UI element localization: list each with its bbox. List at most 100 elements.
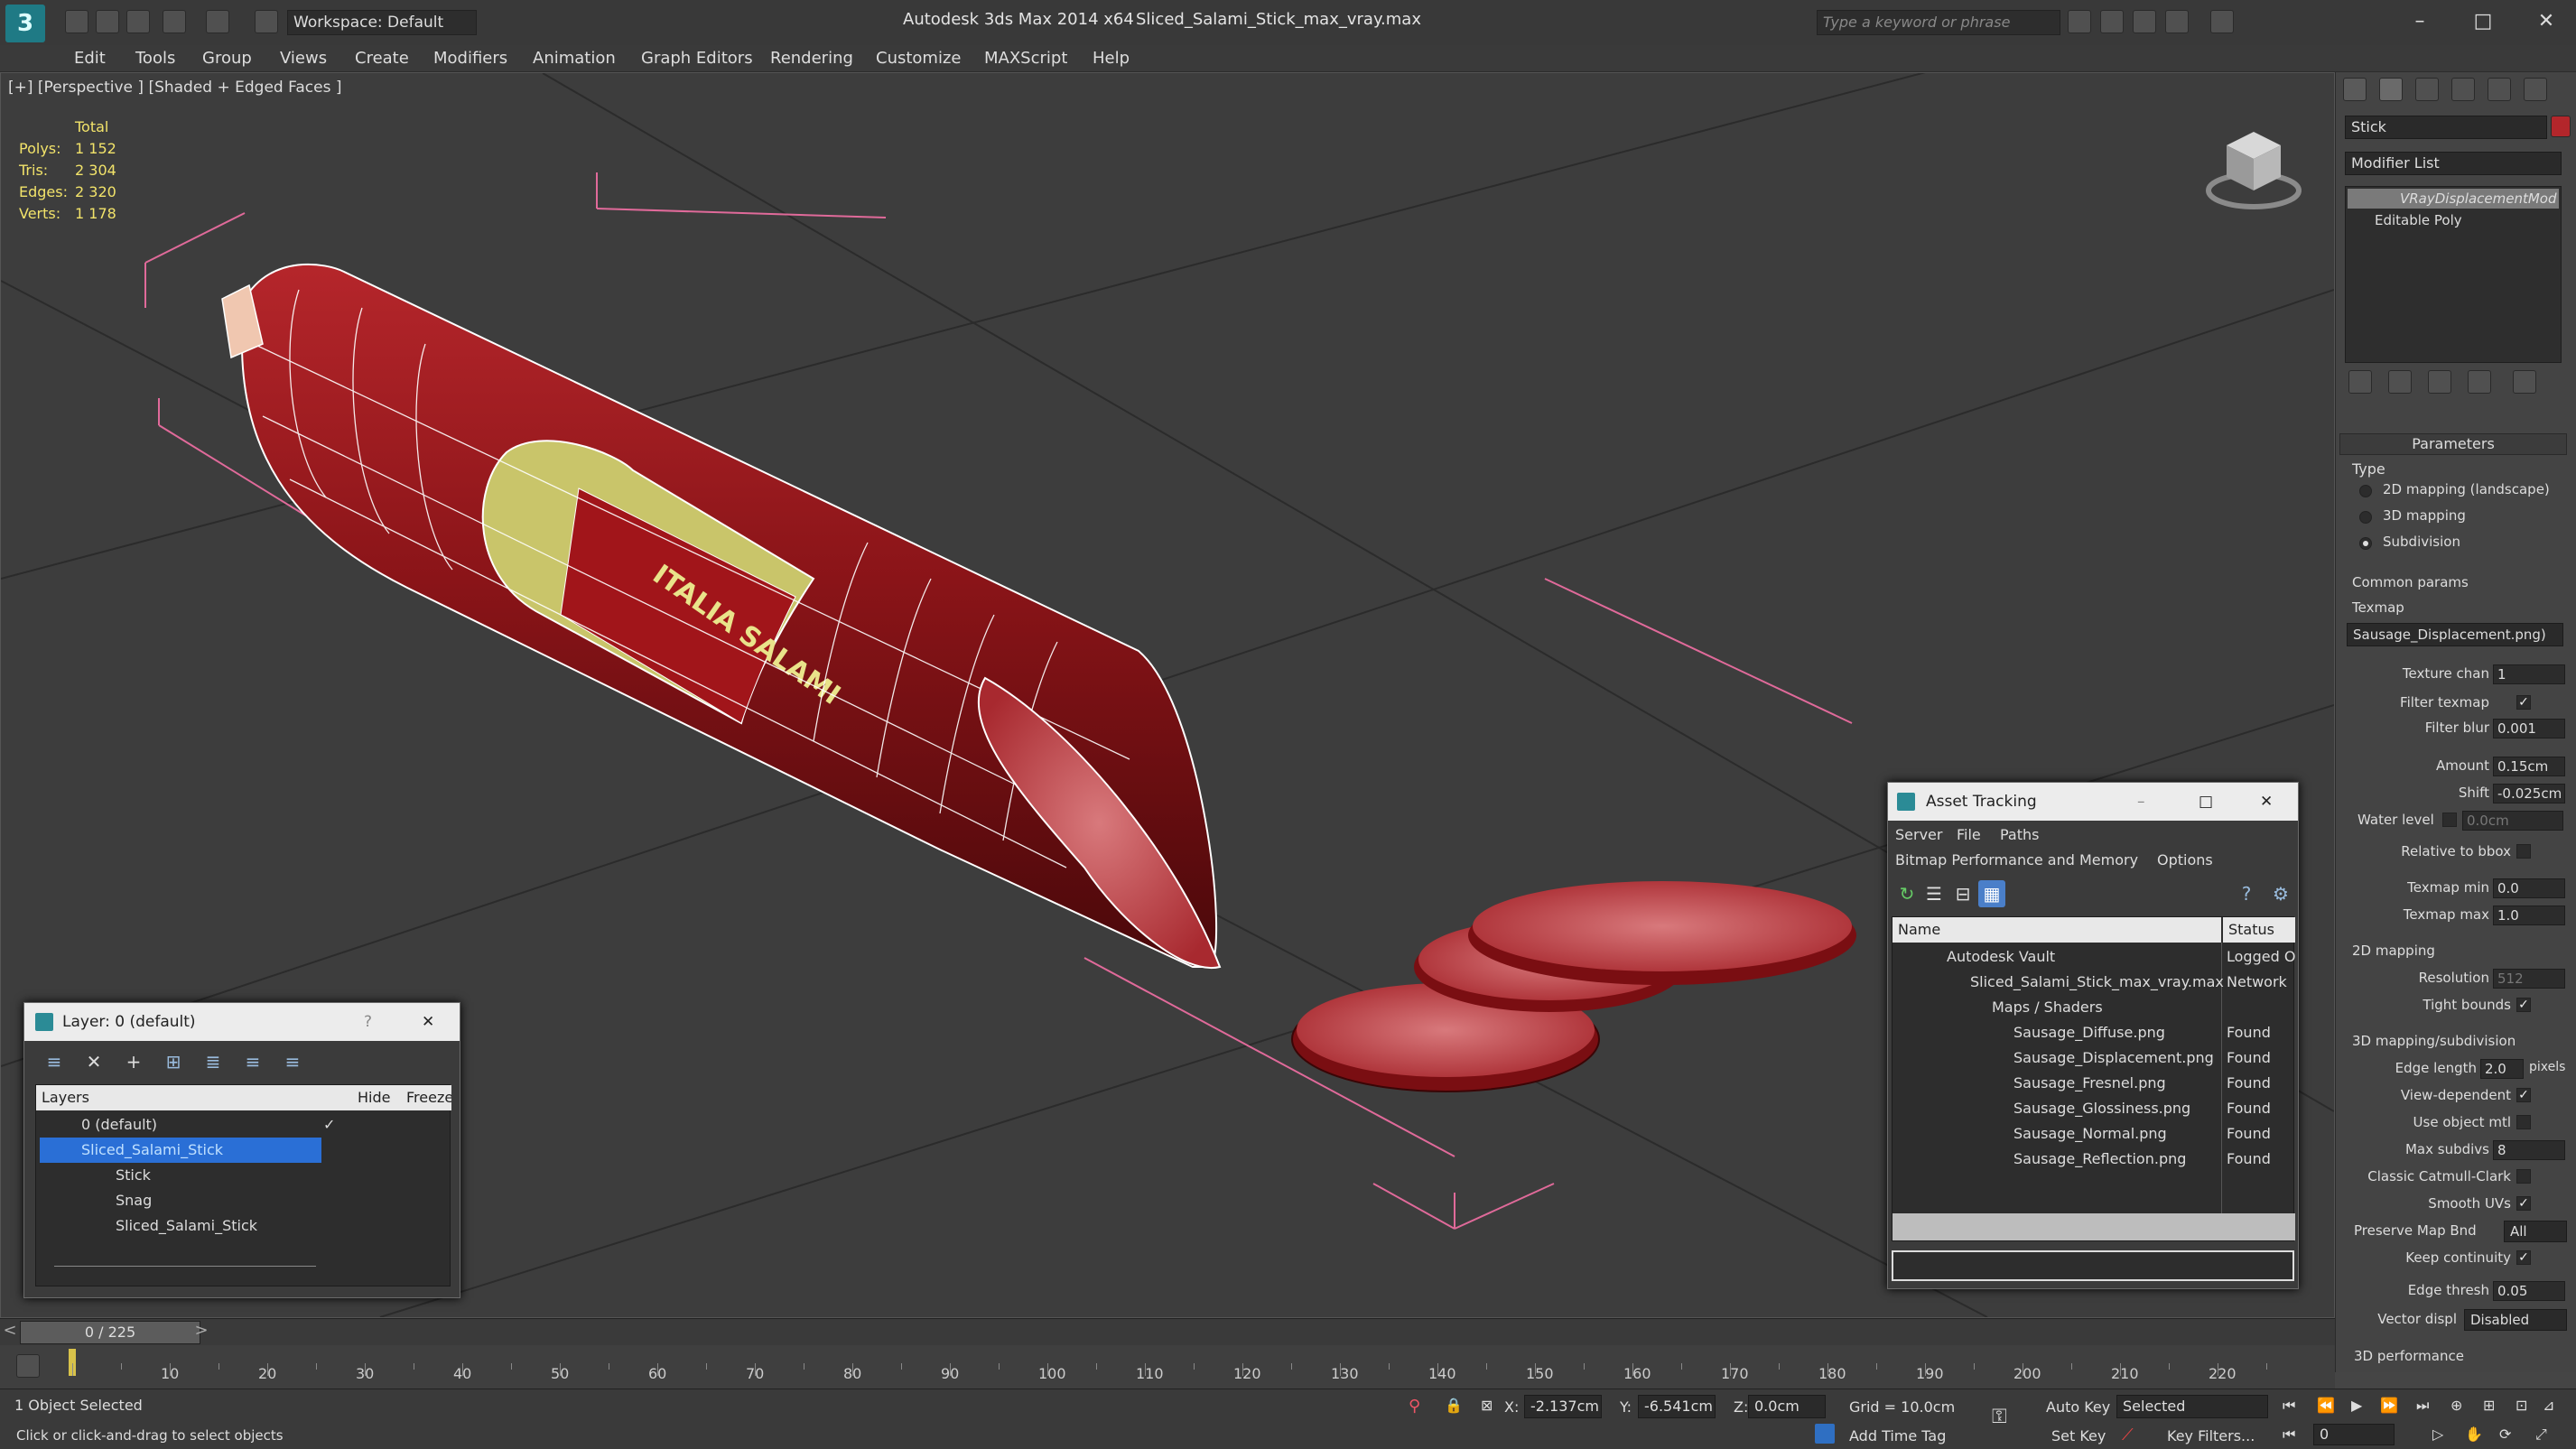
absolute-mode-icon[interactable]: ⊠ bbox=[1481, 1397, 1497, 1416]
y-coordinate-field[interactable]: -6.541cm bbox=[1638, 1395, 1716, 1418]
prev-frame-icon[interactable]: < bbox=[0, 1321, 20, 1344]
catmull-clark-checkbox[interactable] bbox=[2516, 1169, 2531, 1184]
track-bar[interactable]: 10 20 30 40 50 60 70 80 90 100 110 120 130 140 150 160 1… bbox=[0, 1345, 2335, 1389]
time-slider[interactable]: < 0 / 225 > bbox=[0, 1318, 2335, 1345]
radio-subdivision[interactable] bbox=[2359, 537, 2372, 550]
utilities-tab-icon[interactable] bbox=[2524, 78, 2547, 101]
show-end-result-icon[interactable] bbox=[2388, 370, 2412, 394]
asset-maximize-icon[interactable]: □ bbox=[2199, 783, 2213, 821]
search-input[interactable]: Type a keyword or phrase bbox=[1817, 10, 2060, 35]
filter-blur-spinner[interactable]: 0.001 bbox=[2493, 719, 2565, 738]
layer-row-selected[interactable]: Sliced_Salami_Stick bbox=[40, 1138, 321, 1163]
new-file-icon[interactable] bbox=[65, 10, 88, 33]
asset-row-name[interactable]: Sausage_Displacement.png bbox=[1892, 1045, 2221, 1071]
texture-chan-spinner[interactable]: 1 bbox=[2493, 664, 2565, 684]
menu-customize[interactable]: Customize bbox=[876, 49, 961, 68]
stack-item-editable-poly[interactable]: Editable Poly bbox=[2348, 210, 2559, 230]
asset-menu-paths[interactable]: Paths bbox=[2000, 826, 2039, 843]
asset-dialog-title-bar[interactable]: Asset Tracking – □ ✕ bbox=[1888, 783, 2298, 821]
menu-rendering[interactable]: Rendering bbox=[770, 49, 853, 68]
selection-lock-icon[interactable]: 🔒 bbox=[1445, 1397, 1463, 1416]
close-icon[interactable]: ✕ bbox=[2528, 5, 2564, 38]
layer-help-button[interactable]: ? bbox=[364, 1003, 372, 1041]
set-key-icon[interactable]: ⟋ bbox=[2122, 1426, 2140, 1444]
horizontal-scrollbar[interactable] bbox=[54, 1266, 316, 1267]
layer-row[interactable]: Snag bbox=[36, 1188, 451, 1213]
viewport-label[interactable]: [+] [Perspective ] [Shaded + Edged Faces… bbox=[8, 79, 341, 97]
time-slider-thumb[interactable]: 0 / 225 bbox=[20, 1321, 200, 1344]
asset-help-icon[interactable]: ? bbox=[2233, 880, 2260, 907]
tight-bounds-checkbox[interactable]: ✓ bbox=[2516, 998, 2531, 1012]
favorites-star-icon[interactable] bbox=[2165, 10, 2189, 33]
layer-dialog-title-bar[interactable]: Layer: 0 (default) ? ✕ bbox=[24, 1003, 460, 1041]
time-tag-icon[interactable] bbox=[1815, 1424, 1835, 1444]
key-mode-dropdown[interactable]: Selected bbox=[2116, 1395, 2268, 1418]
asset-options-icon[interactable]: ⚙ bbox=[2267, 880, 2294, 907]
menu-tools[interactable]: Tools bbox=[135, 49, 175, 68]
radio-2d-mapping[interactable] bbox=[2359, 485, 2372, 497]
configure-sets-icon[interactable] bbox=[2513, 370, 2536, 394]
asset-menu-file[interactable]: File bbox=[1957, 826, 1981, 843]
layer-row[interactable]: Sliced_Salami_Stick bbox=[36, 1213, 451, 1239]
create-tab-icon[interactable] bbox=[2343, 78, 2367, 101]
horizontal-scrollbar[interactable] bbox=[1892, 1213, 2295, 1240]
menu-help[interactable]: Help bbox=[1093, 49, 1130, 68]
auto-key-button[interactable]: Auto Key bbox=[2046, 1398, 2110, 1416]
asset-row-name[interactable]: Autodesk Vault bbox=[1892, 944, 2221, 970]
play-icon[interactable]: ▶ bbox=[2351, 1397, 2362, 1414]
texmap-min-spinner[interactable]: 0.0 bbox=[2493, 878, 2565, 898]
make-unique-icon[interactable] bbox=[2428, 370, 2451, 394]
asset-close-icon[interactable]: ✕ bbox=[2260, 783, 2273, 821]
menu-views[interactable]: Views bbox=[280, 49, 327, 68]
asset-row-name[interactable]: Sausage_Diffuse.png bbox=[1892, 1020, 2221, 1045]
project-folder-icon[interactable] bbox=[255, 10, 278, 33]
preserve-map-dropdown[interactable]: All bbox=[2504, 1221, 2567, 1242]
amount-spinner[interactable]: 0.15cm bbox=[2493, 757, 2565, 776]
zoom-all-icon[interactable]: ⊞ bbox=[2483, 1397, 2495, 1414]
save-file-icon[interactable] bbox=[126, 10, 150, 33]
asset-row-name[interactable]: Sausage_Fresnel.png bbox=[1892, 1071, 2221, 1096]
zoom-extents-icon[interactable]: ⊡ bbox=[2516, 1397, 2527, 1414]
table-view-icon[interactable]: ▦ bbox=[1978, 880, 2005, 907]
smooth-uvs-checkbox[interactable]: ✓ bbox=[2516, 1196, 2531, 1211]
previous-key-icon[interactable]: ⏪ bbox=[2317, 1397, 2335, 1414]
tree-view-icon[interactable]: ⊟ bbox=[1949, 880, 1976, 907]
set-key-button[interactable]: Set Key bbox=[2051, 1427, 2106, 1444]
next-key-icon[interactable]: ⏩ bbox=[2380, 1397, 2398, 1414]
menu-animation[interactable]: Animation bbox=[533, 49, 616, 68]
pan-view-icon[interactable]: ✋ bbox=[2465, 1426, 2483, 1443]
field-of-view-icon[interactable]: ⊿ bbox=[2543, 1397, 2554, 1414]
help-icon[interactable] bbox=[2210, 10, 2234, 33]
maximize-viewport-icon[interactable]: ⤢ bbox=[2535, 1426, 2547, 1444]
key-filters-button[interactable]: Key Filters... bbox=[2167, 1427, 2255, 1444]
menu-group[interactable]: Group bbox=[202, 49, 252, 68]
go-to-start-icon[interactable]: ⏮ bbox=[2283, 1397, 2295, 1415]
asset-row-name[interactable]: Sausage_Normal.png bbox=[1892, 1121, 2221, 1147]
minimize-icon[interactable]: – bbox=[2402, 5, 2438, 38]
menu-create[interactable]: Create bbox=[355, 49, 409, 68]
hierarchy-tab-icon[interactable] bbox=[2415, 78, 2439, 101]
max-subdivs-spinner[interactable]: 8 bbox=[2493, 1140, 2565, 1160]
water-level-spinner[interactable]: 0.0cm bbox=[2462, 811, 2563, 831]
freeze-all-layers-icon[interactable]: ≡ bbox=[279, 1048, 306, 1075]
menu-maxscript[interactable]: MAXScript bbox=[984, 49, 1067, 68]
time-config-icon[interactable]: ▷ bbox=[2432, 1426, 2443, 1443]
texmap-max-spinner[interactable]: 1.0 bbox=[2493, 906, 2565, 925]
menu-modifiers[interactable]: Modifiers bbox=[433, 49, 507, 68]
subscription-icon[interactable] bbox=[2100, 10, 2124, 33]
z-coordinate-field[interactable]: 0.0cm bbox=[1748, 1395, 1826, 1418]
keep-continuity-checkbox[interactable]: ✓ bbox=[2516, 1250, 2531, 1265]
vector-displ-dropdown[interactable]: Disabled bbox=[2464, 1309, 2567, 1331]
layer-row[interactable]: 0 (default) bbox=[36, 1112, 451, 1138]
asset-path-field[interactable] bbox=[1892, 1250, 2294, 1281]
freeze-column-header[interactable]: Freeze bbox=[401, 1085, 451, 1110]
add-time-tag[interactable]: Add Time Tag bbox=[1849, 1427, 1946, 1444]
go-to-end-icon[interactable]: ⏭ bbox=[2416, 1397, 2429, 1415]
asset-row-name[interactable]: Sliced_Salami_Stick_max_vray.max bbox=[1892, 970, 2224, 995]
radio-3d-mapping[interactable] bbox=[2359, 511, 2372, 524]
layer-row[interactable]: Stick bbox=[36, 1163, 451, 1188]
zoom-icon[interactable]: ⊕ bbox=[2450, 1397, 2462, 1414]
app-logo-icon[interactable]: 3 bbox=[5, 5, 45, 42]
key-icon[interactable]: ⚿ bbox=[1992, 1406, 2007, 1428]
open-file-icon[interactable] bbox=[96, 10, 119, 33]
